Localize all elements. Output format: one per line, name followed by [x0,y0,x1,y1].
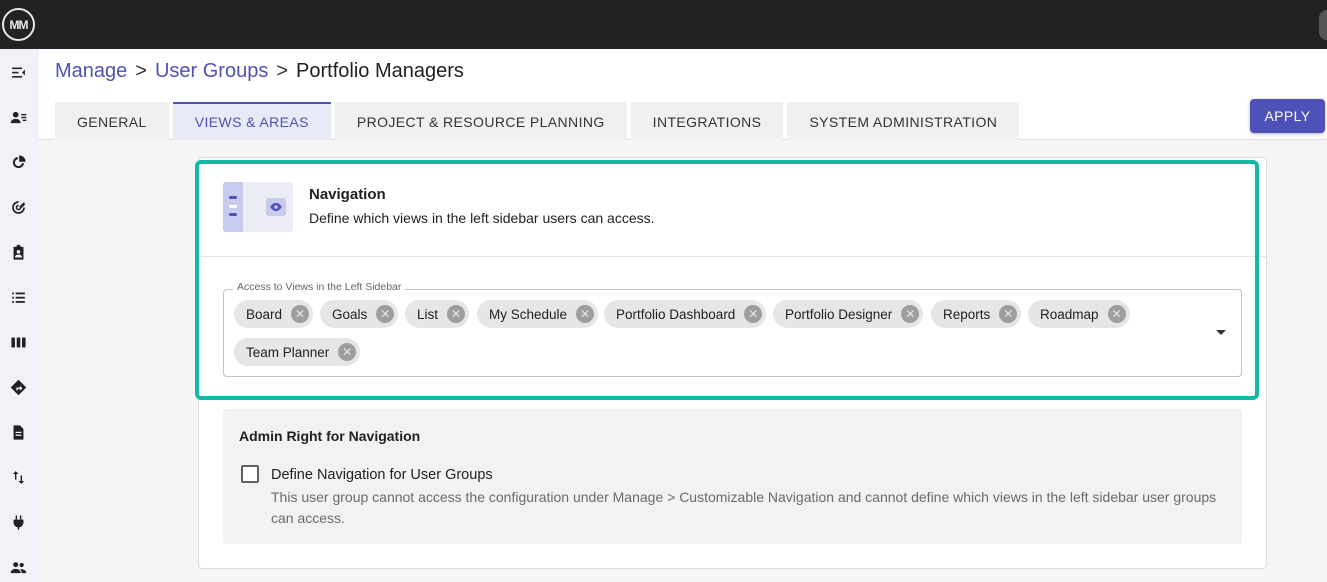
navigation-illustration-icon [223,182,293,232]
chip-board: Board ✕ [234,300,314,328]
chip-label: Portfolio Dashboard [616,306,736,322]
remove-chip-icon[interactable]: ✕ [291,305,310,323]
illustration-bar [229,205,237,208]
remove-chip-icon[interactable]: ✕ [447,305,466,323]
eye-icon [266,198,286,216]
logo-text: MM [9,17,29,32]
define-navigation-label[interactable]: Define Navigation for User Groups [271,467,493,483]
user-menu-edge[interactable] [1319,10,1327,40]
remove-chip-icon[interactable]: ✕ [901,305,920,323]
chip-portfolio-designer: Portfolio Designer ✕ [773,300,924,328]
illustration-bar [229,196,237,199]
define-navigation-description: This user group cannot access the config… [271,489,1217,526]
tab-integrations[interactable]: INTEGRATIONS [630,102,784,140]
admin-right-title: Admin Right for Navigation [239,428,421,444]
board-columns-icon[interactable] [9,333,27,351]
chip-label: My Schedule [489,306,568,322]
breadcrumb-manage[interactable]: Manage [55,60,127,83]
apply-button[interactable]: APPLY [1250,99,1325,133]
roadmap-sign-icon[interactable] [9,378,27,396]
left-sidebar [0,49,39,582]
chip-label: Reports [943,306,991,322]
user-list-icon[interactable] [9,108,27,126]
remove-chip-icon[interactable]: ✕ [338,343,357,361]
plug-icon[interactable] [9,513,27,531]
people-icon[interactable] [9,558,27,576]
tab-bar: GENERAL VIEWS & AREAS PROJECT & RESOURCE… [55,102,1023,140]
remove-chip-icon[interactable]: ✕ [999,305,1018,323]
breadcrumb: Manage > User Groups > Portfolio Manager… [55,60,464,83]
tab-general[interactable]: GENERAL [55,102,169,140]
tab-system-administration[interactable]: SYSTEM ADMINISTRATION [787,102,1020,140]
navigation-description: Define which views in the left sidebar u… [309,210,655,226]
page-title: Portfolio Managers [296,60,464,82]
tab-views-areas[interactable]: VIEWS & AREAS [172,102,331,140]
illustration-bar [229,213,237,216]
chip-label: Team Planner [246,344,330,360]
dropdown-arrow-icon[interactable] [1216,330,1226,335]
chip-label: Roadmap [1040,306,1099,322]
remove-chip-icon[interactable]: ✕ [376,305,395,323]
top-bar: MM [0,0,1327,49]
breadcrumb-separator: > [276,60,289,82]
remove-chip-icon[interactable]: ✕ [744,305,763,323]
clipboard-user-icon[interactable] [9,243,27,261]
chip-label: List [417,306,439,322]
menu-collapse-icon[interactable] [9,63,27,81]
views-multiselect-label: Access to Views in the Left Sidebar [233,281,406,293]
chip-portfolio-dashboard: Portfolio Dashboard ✕ [604,300,767,328]
card-divider [199,256,1266,257]
swap-arrows-icon[interactable] [9,468,27,486]
remove-chip-icon[interactable]: ✕ [1107,305,1126,323]
chip-goals: Goals ✕ [320,300,399,328]
chip-list: List ✕ [405,300,470,328]
document-icon[interactable] [9,423,27,441]
chip-label: Board [246,306,283,322]
chip-reports: Reports ✕ [931,300,1022,328]
pie-chart-icon[interactable] [9,153,27,171]
tab-project-resource-planning[interactable]: PROJECT & RESOURCE PLANNING [334,102,627,140]
chip-roadmap: Roadmap ✕ [1028,300,1130,328]
navigation-title: Navigation [309,186,386,203]
remove-chip-icon[interactable]: ✕ [576,305,595,323]
breadcrumb-separator: > [135,60,147,82]
app-logo[interactable]: MM [2,8,35,41]
chip-label: Portfolio Designer [785,306,893,322]
list-icon[interactable] [9,288,27,306]
define-navigation-checkbox[interactable] [241,465,259,483]
chip-my-schedule: My Schedule ✕ [477,300,599,328]
breadcrumb-user-groups[interactable]: User Groups [155,60,268,83]
chip-team-planner: Team Planner ✕ [234,338,361,366]
goal-target-icon[interactable] [9,198,27,216]
chip-label: Goals [332,306,368,322]
page-header: Manage > User Groups > Portfolio Manager… [39,49,1327,140]
